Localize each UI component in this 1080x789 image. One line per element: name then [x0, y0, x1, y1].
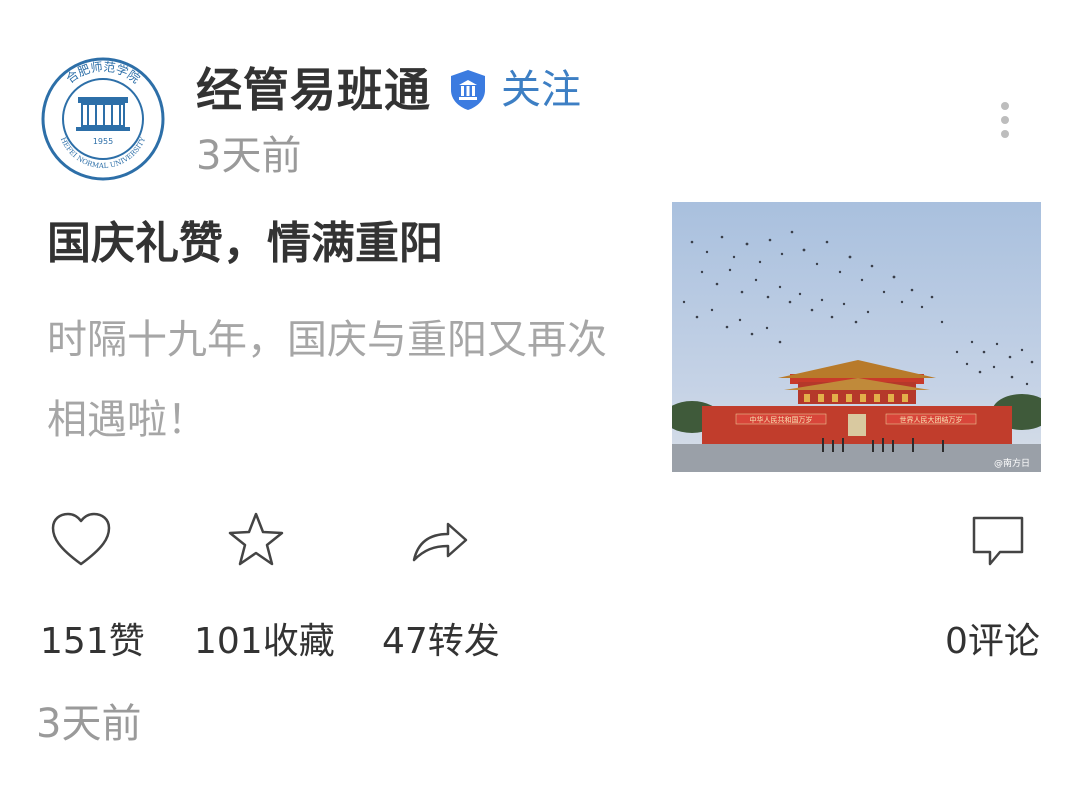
avatar-year: 1955 [93, 137, 113, 146]
post-title[interactable]: 国庆礼赞，情满重阳 [47, 216, 443, 272]
account-name[interactable]: 经管易班通 [196, 62, 431, 118]
star-icon [228, 512, 284, 566]
post-thumbnail[interactable]: 中华人民共和国万岁 世界人民大团结万岁 @南方日 [664, 202, 1052, 472]
watermark-text: @南方日 [994, 457, 1030, 469]
favorite-count: 101收藏 [194, 621, 335, 662]
like-count: 151赞 [40, 621, 145, 662]
like-button[interactable] [47, 506, 115, 574]
more-options-icon[interactable] [990, 98, 1020, 142]
heart-icon [51, 512, 111, 566]
footer-time: 3天前 [36, 701, 142, 747]
comment-button[interactable] [966, 506, 1034, 574]
follow-button[interactable]: 关注 [501, 64, 581, 116]
favorite-button[interactable] [222, 506, 290, 574]
banner-left-text: 中华人民共和国万岁 [750, 415, 813, 424]
share-count: 47转发 [382, 621, 500, 662]
share-arrow-icon [412, 522, 468, 562]
post-summary[interactable]: 时隔十九年，国庆与重阳又再次相遇啦！ [47, 300, 607, 460]
comment-bubble-icon [972, 516, 1024, 566]
post-time: 3天前 [196, 133, 302, 179]
banner-right-text: 世界人民大团结万岁 [900, 415, 963, 424]
comment-count: 0评论 [945, 621, 1040, 662]
share-button[interactable] [406, 506, 474, 574]
verified-badge-icon [448, 68, 488, 112]
avatar[interactable]: 合肥师范学院 HEFEI NORMAL UNIVERSITY 1955 [40, 57, 166, 181]
